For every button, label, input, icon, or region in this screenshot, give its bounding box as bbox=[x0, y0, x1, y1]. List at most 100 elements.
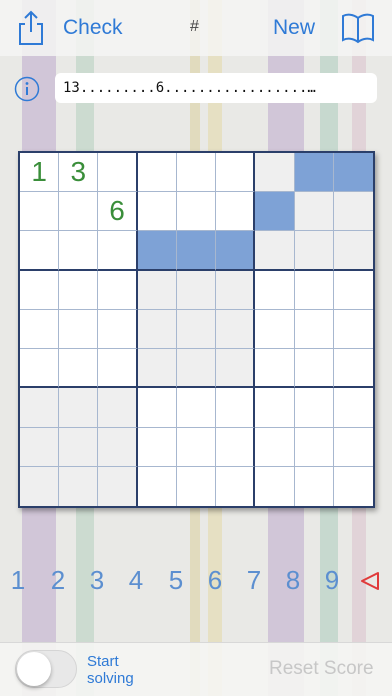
board-cell[interactable] bbox=[255, 466, 295, 506]
board-cell[interactable] bbox=[294, 309, 334, 350]
board-cell[interactable] bbox=[137, 309, 177, 350]
board-cell[interactable] bbox=[333, 310, 373, 350]
book-icon[interactable] bbox=[341, 12, 375, 44]
board-cell[interactable] bbox=[216, 309, 256, 350]
board-cell[interactable] bbox=[59, 270, 99, 310]
board-cell[interactable] bbox=[333, 192, 373, 232]
board-cell[interactable] bbox=[255, 309, 295, 350]
board-cell[interactable] bbox=[138, 466, 177, 506]
board-cell[interactable] bbox=[294, 231, 334, 271]
board-cell[interactable] bbox=[333, 271, 373, 310]
digit-button[interactable]: 6 bbox=[203, 565, 227, 596]
board-cell[interactable] bbox=[20, 309, 60, 350]
new-button[interactable]: New bbox=[273, 16, 315, 40]
reset-score-button[interactable]: Reset Score bbox=[269, 658, 374, 680]
digit-button[interactable]: 9 bbox=[320, 565, 344, 596]
start-solving-toggle[interactable] bbox=[15, 650, 77, 688]
board-cell[interactable] bbox=[333, 388, 373, 428]
board-cell[interactable] bbox=[20, 270, 60, 310]
board-cell[interactable]: 3 bbox=[59, 153, 99, 193]
digit-button[interactable]: 7 bbox=[242, 565, 266, 596]
puzzle-code-field[interactable]: 13.........6.................… bbox=[55, 73, 377, 103]
board-cell[interactable] bbox=[333, 153, 373, 193]
board-cell[interactable] bbox=[334, 467, 373, 506]
board-cell[interactable] bbox=[176, 388, 217, 428]
board-cell[interactable] bbox=[216, 466, 256, 506]
board-cell[interactable] bbox=[137, 427, 177, 467]
board-cell[interactable] bbox=[20, 349, 60, 389]
board-cell[interactable] bbox=[255, 192, 295, 232]
board-cell[interactable] bbox=[176, 309, 217, 350]
board-cell[interactable] bbox=[216, 388, 256, 428]
board-cell[interactable] bbox=[20, 427, 60, 467]
board-cell[interactable]: 6 bbox=[98, 192, 138, 232]
board-cell[interactable] bbox=[333, 428, 373, 467]
board-cell[interactable] bbox=[137, 349, 177, 389]
board-cell[interactable] bbox=[255, 349, 295, 389]
hash-button[interactable]: # bbox=[190, 18, 199, 36]
board-cell[interactable] bbox=[98, 427, 138, 467]
board-cell[interactable] bbox=[59, 349, 99, 389]
board-cell[interactable] bbox=[294, 388, 334, 428]
board-cell[interactable] bbox=[294, 192, 334, 232]
board-cell[interactable] bbox=[333, 231, 373, 271]
board-cell[interactable]: 1 bbox=[20, 153, 60, 193]
check-button[interactable]: Check bbox=[63, 16, 123, 40]
share-icon[interactable] bbox=[16, 10, 46, 46]
board-cell[interactable] bbox=[295, 466, 334, 506]
board-cell[interactable] bbox=[176, 192, 217, 232]
board-cell[interactable] bbox=[255, 427, 295, 467]
digit-button[interactable]: 4 bbox=[124, 565, 148, 596]
board-cell[interactable] bbox=[59, 309, 99, 350]
board-cell[interactable] bbox=[216, 192, 256, 232]
board-cell[interactable] bbox=[59, 427, 99, 467]
board-cell[interactable] bbox=[255, 153, 295, 193]
board-cell[interactable] bbox=[98, 231, 138, 271]
board-cell[interactable] bbox=[294, 153, 334, 193]
board-cell[interactable] bbox=[176, 231, 217, 271]
board-cell[interactable] bbox=[98, 388, 138, 428]
board-cell[interactable] bbox=[59, 231, 99, 271]
digit-button[interactable]: 5 bbox=[164, 565, 188, 596]
board-cell[interactable] bbox=[255, 270, 295, 310]
board-cell[interactable] bbox=[216, 427, 256, 467]
board-cell[interactable] bbox=[20, 231, 60, 271]
board-cell[interactable] bbox=[333, 349, 373, 389]
board-cell[interactable] bbox=[59, 388, 99, 428]
board-cell[interactable] bbox=[176, 349, 217, 389]
erase-triangle-icon[interactable] bbox=[358, 569, 382, 593]
board-cell[interactable] bbox=[59, 466, 99, 506]
board-cell[interactable] bbox=[216, 349, 256, 389]
digit-button[interactable]: 3 bbox=[85, 565, 109, 596]
board-cell[interactable] bbox=[98, 309, 138, 350]
board-cell[interactable] bbox=[216, 153, 256, 193]
board-cell[interactable] bbox=[137, 270, 177, 310]
board-cell[interactable] bbox=[294, 427, 334, 467]
board-cell[interactable] bbox=[98, 270, 138, 310]
board-cell[interactable] bbox=[137, 192, 177, 232]
board-cell[interactable] bbox=[98, 153, 138, 193]
board-cell[interactable] bbox=[216, 270, 256, 310]
board-cell[interactable] bbox=[137, 388, 177, 428]
board-cell[interactable] bbox=[177, 466, 217, 506]
digit-button[interactable]: 8 bbox=[281, 565, 305, 596]
board-cell[interactable] bbox=[176, 270, 217, 310]
board-cell[interactable] bbox=[20, 388, 60, 428]
board-cell[interactable] bbox=[176, 427, 217, 467]
board-cell[interactable] bbox=[176, 153, 217, 193]
board-cell[interactable] bbox=[59, 192, 99, 232]
board-cell[interactable] bbox=[98, 349, 138, 389]
board-cell[interactable] bbox=[294, 270, 334, 310]
board-cell[interactable] bbox=[137, 153, 177, 193]
board-cell[interactable] bbox=[255, 231, 295, 271]
toggle-knob[interactable] bbox=[17, 652, 51, 686]
board-cell[interactable] bbox=[294, 349, 334, 389]
board-cell[interactable] bbox=[255, 388, 295, 428]
board-cell[interactable] bbox=[98, 466, 138, 506]
digit-button[interactable]: 2 bbox=[46, 565, 70, 596]
info-icon[interactable] bbox=[14, 76, 40, 102]
digit-button[interactable]: 1 bbox=[6, 565, 30, 596]
board-cell[interactable] bbox=[216, 231, 256, 271]
board-cell[interactable] bbox=[20, 466, 60, 506]
board-cell[interactable] bbox=[137, 231, 177, 271]
